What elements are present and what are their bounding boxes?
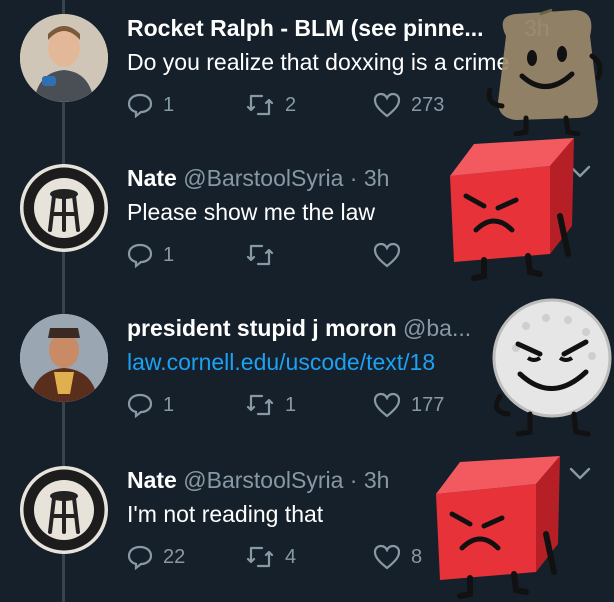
avatar[interactable] [20,314,108,402]
like-count: 273 [411,93,445,116]
tweet[interactable]: president stupid j moron @ba... law.corn… [0,298,614,450]
like-button[interactable] [373,242,411,268]
avatar[interactable] [20,164,108,252]
reply-icon [127,393,153,418]
heart-icon [373,242,401,268]
like-button[interactable]: 273 [373,92,444,118]
separator: · [349,165,358,191]
like-count: 177 [411,393,445,416]
timestamp[interactable]: 3h [364,165,390,191]
avatar[interactable] [20,14,108,102]
retweet-icon [246,94,274,116]
avatar[interactable] [20,466,108,554]
tweet-actions: 1 2 273 [127,92,487,126]
retweet-count: 4 [285,545,297,568]
tweet-text: Please show me the law [127,199,376,225]
like-button[interactable]: 8 [373,544,422,570]
retweet-icon [246,394,274,416]
like-count: 8 [411,545,423,568]
retweet-button[interactable]: 2 [245,92,296,118]
tweet-header: president stupid j moron @ba... [127,314,507,342]
reply-button[interactable]: 22 [127,544,185,570]
reply-button[interactable]: 1 [127,92,174,118]
reply-button[interactable]: 1 [127,392,174,418]
reply-icon [127,545,153,570]
retweet-button[interactable] [245,242,285,268]
red-block-character-icon [436,456,560,599]
separator: · [349,467,358,493]
reply-icon [127,243,153,268]
reply-count: 1 [163,93,175,116]
display-name[interactable]: Nate [127,467,177,493]
tweet-actions: 1 1 177 [127,392,487,426]
reply-count: 1 [163,393,175,416]
handle[interactable]: @ba... [403,315,471,341]
barstool-logo-icon [20,164,108,252]
red-block-character-icon [450,138,574,281]
tweet[interactable]: Nate @BarstoolSyria · 3h I'm not reading… [0,452,614,602]
tweet-actions: 1 [127,242,487,276]
bag-character-icon [486,8,603,136]
heart-icon [373,392,401,418]
person-photo-icon [20,314,108,402]
reply-icon [127,93,153,118]
display-name[interactable]: Nate [127,165,177,191]
heart-icon [373,92,401,118]
retweet-button[interactable]: 4 [245,544,296,570]
tweet[interactable]: Nate @BarstoolSyria · 3h Please show me … [0,138,614,300]
like-button[interactable]: 177 [373,392,444,418]
retweet-count: 1 [285,393,297,416]
reply-count: 22 [163,545,186,568]
display-name[interactable]: Rocket Ralph - BLM (see pinne... [127,15,484,41]
retweet-button[interactable]: 1 [245,392,296,418]
retweet-icon [246,546,274,568]
person-photo-icon [20,14,108,102]
handle[interactable]: @BarstoolSyria [183,467,343,493]
retweet-icon [246,244,274,266]
tweet-link[interactable]: law.cornell.edu/uscode/text/18 [127,348,487,376]
golf-ball-character-icon [492,298,612,437]
handle[interactable]: @BarstoolSyria [183,165,343,191]
reply-count: 1 [163,243,175,266]
timestamp[interactable]: 3h [364,467,390,493]
barstool-logo-icon [20,466,108,554]
display-name[interactable]: president stupid j moron [127,315,397,341]
tweet[interactable]: Rocket Ralph - BLM (see pinne... 3h Do y… [0,0,614,150]
reply-button[interactable]: 1 [127,242,174,268]
tweet-header: Rocket Ralph - BLM (see pinne... [127,14,507,42]
retweet-count: 2 [285,93,297,116]
heart-icon [373,544,401,570]
